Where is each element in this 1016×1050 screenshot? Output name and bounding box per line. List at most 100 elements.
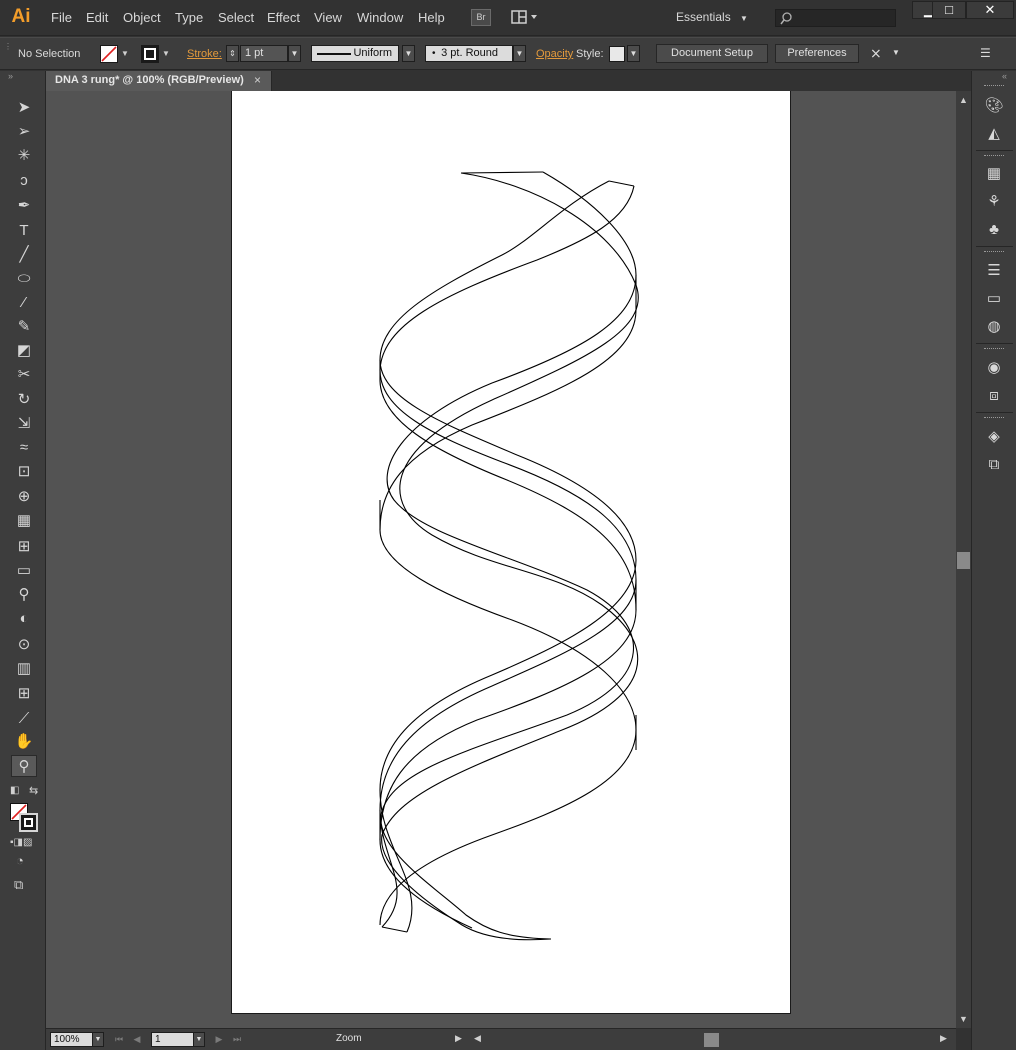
close-tab-icon[interactable]: × [254,73,261,87]
zoom-dropdown[interactable]: ▼ [92,1032,104,1047]
gradient-tool-icon[interactable]: ▭ [11,560,37,582]
line-segment-tool-icon[interactable]: ╱ [11,244,37,266]
warp-tool-icon[interactable]: ≈ [11,437,37,459]
style-dropdown[interactable]: ▼ [627,45,640,62]
perspective-grid-tool-icon[interactable]: ▦ [11,510,37,532]
profile-dropdown[interactable]: ▼ [402,45,415,62]
artboard-tool-icon[interactable]: ⊞ [11,683,37,705]
graphic-styles-panel-icon[interactable]: ⧈ [983,385,1005,407]
color-panel-icon[interactable]: 🎨︎ [983,95,1005,117]
stroke-label[interactable]: Stroke: [187,48,222,60]
vertical-scrollbar[interactable]: ▲ ▼ [956,91,971,1028]
horizontal-scroll-thumb[interactable] [704,1033,719,1047]
menu-help[interactable]: Help [418,10,445,25]
magic-wand-tool-icon[interactable]: ✳ [11,145,37,167]
symbols-panel-icon[interactable]: ♣ [983,219,1005,241]
artboards-panel-icon[interactable]: ⧉ [983,454,1005,476]
zoom-tool-icon[interactable]: ⚲ [11,755,37,777]
color-mode-icons[interactable]: ▪◨▨ [10,837,32,848]
fill-dropdown[interactable]: ▼ [119,46,131,62]
column-graph-tool-icon[interactable]: ▥ [11,658,37,680]
artboard[interactable] [231,91,791,1014]
opacity-label[interactable]: Opacity [536,48,573,60]
status-menu-icon[interactable]: ▶ [455,1033,462,1044]
lasso-tool-icon[interactable]: ↄ [11,170,37,192]
mesh-tool-icon[interactable]: ⊞ [11,536,37,558]
close-button[interactable]: ✕ [966,1,1014,19]
symbol-sprayer-tool-icon[interactable]: ⊙ [11,634,37,656]
scroll-up-icon[interactable]: ▲ [956,93,971,107]
paintbrush-tool-icon[interactable]: ⁄ [11,292,37,314]
gradient-panel-icon[interactable]: ▭ [983,288,1005,310]
menu-select[interactable]: Select [218,10,254,25]
horizontal-scrollbar[interactable]: ◀ ▶ [472,1032,956,1048]
stroke-weight-field[interactable]: 1 pt [240,45,288,62]
isolate-icon[interactable]: ⨯ [870,45,882,62]
pencil-tool-icon[interactable]: ✎ [11,316,37,338]
menu-file[interactable]: File [51,10,72,25]
stroke-swatch[interactable] [141,45,159,63]
color-guide-icon[interactable]: ◭ [983,123,1005,145]
preferences-button[interactable]: Preferences [775,44,859,63]
direct-selection-tool-icon[interactable]: ➢ [11,121,37,143]
dna-helix-artwork[interactable] [232,91,792,1015]
scroll-down-icon[interactable]: ▼ [956,1012,971,1026]
transparency-panel-icon[interactable]: ◍ [983,316,1005,338]
expand-panels-icon[interactable]: « [1002,71,1007,81]
default-colors-icon[interactable]: ◧ [10,785,19,796]
first-artboard-icon[interactable]: ⏮ [112,1032,126,1047]
scale-tool-icon[interactable]: ⇲ [11,413,37,435]
pen-tool-icon[interactable]: ✒ [11,195,37,217]
artboard-dropdown[interactable]: ▼ [193,1032,205,1047]
blob-brush-tool-icon[interactable]: ◩ [11,340,37,362]
menu-window[interactable]: Window [357,10,403,25]
menu-type[interactable]: Type [175,10,203,25]
menu-object[interactable]: Object [123,10,161,25]
menu-effect[interactable]: Effect [267,10,300,25]
menu-edit[interactable]: Edit [86,10,108,25]
collapse-panel-icon[interactable]: » [8,71,13,81]
selection-tool-icon[interactable]: ➤ [11,97,37,119]
drawing-mode-icon[interactable]: ◔ [16,853,24,868]
eyedropper-tool-icon[interactable]: ⚲ [11,584,37,606]
document-tab[interactable]: DNA 3 rung* @ 100% (RGB/Preview) × [46,71,272,91]
fill-swatch[interactable] [100,45,118,63]
swap-colors-icon[interactable]: ⇆ [29,784,38,797]
go-to-bridge-button[interactable]: Br [471,9,491,26]
blend-tool-icon[interactable]: ◐ [11,608,37,630]
swatches-panel-icon[interactable]: ▦ [983,163,1005,185]
screen-mode-icon[interactable]: ⧉ [14,877,23,893]
document-setup-button[interactable]: Document Setup [656,44,768,63]
menu-view[interactable]: View [314,10,342,25]
stroke-weight-dropdown[interactable]: ▼ [288,45,301,62]
type-tool-icon[interactable]: T [11,220,37,242]
previous-artboard-icon[interactable]: ◀ [130,1032,144,1047]
arrange-documents-button[interactable] [510,9,540,26]
next-artboard-icon[interactable]: ▶ [212,1032,226,1047]
shape-builder-tool-icon[interactable]: ⊕ [11,486,37,508]
variable-width-profile[interactable]: Uniform [311,45,399,62]
brush-dropdown[interactable]: ▼ [513,45,526,62]
brush-definition[interactable]: • 3 pt. Round [425,45,513,62]
workspace-switcher[interactable]: Essentials ▼ [676,10,748,24]
last-artboard-icon[interactable]: ⏭ [230,1032,244,1047]
stroke-color-box[interactable] [19,813,38,832]
hand-tool-icon[interactable]: ✋ [11,731,37,753]
brushes-panel-icon[interactable]: ⚘ [983,191,1005,213]
slice-tool-icon[interactable]: ⟋ [11,708,37,730]
rotate-tool-icon[interactable]: ↻ [11,389,37,411]
graphic-style-swatch[interactable] [609,46,625,62]
scissors-tool-icon[interactable]: ✂ [11,364,37,386]
panel-menu-icon[interactable]: ☰ [980,46,991,60]
appearance-panel-icon[interactable]: ◉ [983,357,1005,379]
stroke-panel-icon[interactable]: ☰ [983,260,1005,282]
ellipse-tool-icon[interactable]: ⬭ [11,268,37,290]
stroke-dropdown[interactable]: ▼ [160,46,172,62]
canvas[interactable] [46,91,956,1028]
stroke-weight-stepper[interactable]: ⇕ [226,45,239,62]
vertical-scroll-thumb[interactable] [957,552,970,569]
isolate-dropdown[interactable]: ▼ [892,48,900,57]
layers-panel-icon[interactable]: ◈ [983,426,1005,448]
scroll-left-icon[interactable]: ◀ [474,1033,481,1044]
maximize-button[interactable]: □ [932,1,966,19]
